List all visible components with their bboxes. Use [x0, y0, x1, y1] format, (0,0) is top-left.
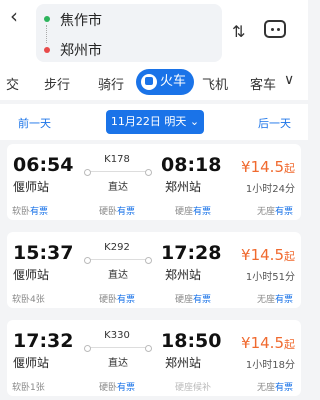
- route-line: [84, 169, 152, 176]
- route-line: [84, 345, 152, 352]
- depart-time: 06:54: [13, 154, 74, 176]
- destination-dot-icon: [44, 47, 50, 53]
- train-card[interactable]: 17:32 偃师站 K330 直达 18:50 郑州站 ¥14.5起 1小时18…: [7, 320, 301, 396]
- swap-icon[interactable]: ⇅: [232, 22, 245, 41]
- tab-transit[interactable]: 交: [6, 74, 19, 93]
- seat-standing: 无座有票: [257, 295, 294, 305]
- seat-hard-sleeper: 硬卧有票: [99, 383, 136, 393]
- route-line: [84, 257, 152, 264]
- date-bar: 前一天 11月22日 明天 ⌄ 后一天: [0, 104, 308, 140]
- route-connector: [46, 25, 48, 43]
- arrive-time: 08:18: [161, 154, 222, 176]
- train-number: K292: [104, 242, 130, 253]
- train-type: 直达: [108, 270, 128, 281]
- chevron-down-icon[interactable]: ∨: [284, 72, 294, 88]
- train-type: 直达: [108, 182, 128, 193]
- back-arrow-icon[interactable]: ‹: [10, 6, 18, 26]
- train-number: K178: [104, 154, 130, 165]
- arrive-time: 17:28: [161, 242, 222, 264]
- duration: 1小时51分: [245, 272, 295, 283]
- arrive-station: 郑州站: [165, 180, 202, 194]
- seat-standing: 无座有票: [257, 383, 294, 393]
- seat-hard-sleeper: 硬卧有票: [99, 295, 136, 305]
- depart-station: 偃师站: [13, 356, 50, 370]
- seat-hard-sleeper: 硬卧有票: [99, 207, 136, 217]
- seat-soft-sleeper: 软卧有票: [12, 207, 49, 217]
- from-city[interactable]: 焦作市: [60, 10, 102, 30]
- train-number: K330: [104, 330, 130, 341]
- tab-coach[interactable]: 客车: [250, 74, 276, 93]
- price-value: ¥14.5: [241, 334, 284, 352]
- depart-time: 15:37: [13, 242, 74, 264]
- seat-availability: 软卧4张 硬卧有票 硬座有票 无座有票: [7, 292, 301, 308]
- tab-cycle[interactable]: 骑行: [98, 74, 124, 93]
- transport-tabs: 交 步行 骑行 火车 飞机 客车 ∨: [0, 66, 308, 100]
- tab-flight[interactable]: 飞机: [202, 74, 228, 93]
- date-selector[interactable]: 11月22日 明天 ⌄: [106, 110, 204, 134]
- tab-walk[interactable]: 步行: [44, 74, 70, 93]
- train-type: 直达: [108, 358, 128, 369]
- header: ‹ 焦作市 郑州市 ⇅: [0, 0, 308, 66]
- to-city[interactable]: 郑州市: [60, 40, 102, 60]
- tab-train[interactable]: 火车: [136, 69, 195, 95]
- price: ¥14.5起: [241, 158, 295, 176]
- price-suffix: 起: [284, 250, 295, 263]
- duration: 1小时24分: [245, 184, 295, 195]
- train-icon: [141, 74, 157, 90]
- next-day-button[interactable]: 后一天: [258, 115, 291, 131]
- depart-station: 偃师站: [13, 180, 50, 194]
- depart-station: 偃师站: [13, 268, 50, 282]
- price: ¥14.5起: [241, 334, 295, 352]
- seat-standing: 无座有票: [257, 207, 294, 217]
- route-box[interactable]: 焦作市 郑州市: [36, 4, 222, 62]
- arrive-station: 郑州站: [165, 268, 202, 282]
- train-card[interactable]: 15:37 偃师站 K292 直达 17:28 郑州站 ¥14.5起 1小时51…: [7, 232, 301, 308]
- seat-availability: 软卧有票 硬卧有票 硬座有票 无座有票: [7, 204, 301, 220]
- price-suffix: 起: [284, 338, 295, 351]
- depart-time: 17:32: [13, 330, 74, 352]
- origin-dot-icon: [44, 16, 50, 22]
- seat-soft-sleeper: 软卧1张: [12, 383, 45, 393]
- duration: 1小时18分: [245, 360, 295, 371]
- train-card[interactable]: 06:54 偃师站 K178 直达 08:18 郑州站 ¥14.5起 1小时24…: [7, 144, 301, 220]
- seat-soft-sleeper: 软卧4张: [12, 295, 45, 305]
- message-icon[interactable]: [264, 20, 286, 38]
- seat-hard-seat: 硬座候补: [175, 383, 212, 393]
- seat-availability: 软卧1张 硬卧有票 硬座候补 无座有票: [7, 380, 301, 396]
- price: ¥14.5起: [241, 246, 295, 264]
- price-value: ¥14.5: [241, 158, 284, 176]
- price-value: ¥14.5: [241, 246, 284, 264]
- tab-train-label: 火车: [160, 74, 187, 89]
- date-label: 11月22日 明天: [110, 115, 187, 128]
- arrive-station: 郑州站: [165, 356, 202, 370]
- arrive-time: 18:50: [161, 330, 222, 352]
- seat-hard-seat: 硬座有票: [175, 295, 212, 305]
- seat-hard-seat: 硬座有票: [175, 207, 212, 217]
- price-suffix: 起: [284, 162, 295, 175]
- prev-day-button[interactable]: 前一天: [18, 115, 51, 131]
